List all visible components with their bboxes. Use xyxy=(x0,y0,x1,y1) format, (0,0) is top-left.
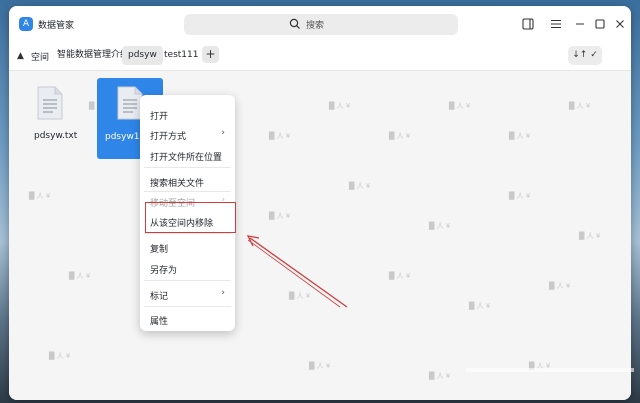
close-icon[interactable] xyxy=(612,16,628,32)
menu-item-copy[interactable]: 复制 xyxy=(150,242,168,255)
search-placeholder: 搜索 xyxy=(306,21,325,31)
menu-item-search-related[interactable]: 搜索相关文件 xyxy=(150,176,204,189)
tab-test111[interactable]: test111 xyxy=(158,46,204,65)
breadcrumb-root[interactable]: 空间 xyxy=(31,50,49,63)
file-item[interactable]: pdsyw.txt xyxy=(27,81,83,151)
file-name: pdsyw.txt xyxy=(34,131,78,141)
menu-icon[interactable] xyxy=(548,16,564,32)
menu-divider xyxy=(144,167,231,168)
menu-divider xyxy=(144,306,231,307)
menu-item-open[interactable]: 打开 xyxy=(150,109,168,122)
tab-bar: ▲ 空间 智能数据管理介绍 pdsyw test111 + ↓↑ ✓ xyxy=(9,42,631,71)
sidebar-toggle-icon[interactable] xyxy=(520,16,536,32)
add-tab-button[interactable]: + xyxy=(202,46,219,63)
file-area[interactable]: █ 人 ¥ █ 人 ¥ █ 人 ¥ █ 人 ¥ █ 人 ¥ █ 人 ¥ █ 人 … xyxy=(9,71,631,400)
decorative-bars xyxy=(466,368,634,372)
menu-divider xyxy=(144,280,231,281)
title-bar: A 数据管家 搜索 xyxy=(9,6,631,42)
menu-item-tag[interactable]: 标记 xyxy=(150,289,168,302)
search-box[interactable]: 搜索 xyxy=(184,14,458,35)
menu-item-open-location[interactable]: 打开文件所在位置 xyxy=(150,150,222,163)
minimize-icon[interactable] xyxy=(572,16,588,32)
menu-divider xyxy=(144,233,231,234)
app-title: 数据管家 xyxy=(38,21,75,31)
chevron-right-icon: › xyxy=(221,288,225,298)
menu-item-open-with[interactable]: 打开方式 xyxy=(150,129,186,142)
chevron-right-icon: › xyxy=(221,128,225,138)
maximize-icon[interactable] xyxy=(592,16,608,32)
menu-item-properties[interactable]: 属性 xyxy=(150,314,168,327)
menu-divider xyxy=(144,191,231,192)
search-icon xyxy=(289,18,300,29)
sort-button[interactable]: ↓↑ ✓ xyxy=(568,46,602,65)
highlight-box xyxy=(145,202,236,233)
text-document-icon xyxy=(37,86,63,120)
menu-item-save-as[interactable]: 另存为 xyxy=(150,263,177,276)
app-logo-icon: A xyxy=(19,17,33,31)
app-window: A 数据管家 搜索 ▲ 空间 智能数据管理介绍 pdsyw test111 + … xyxy=(9,6,631,400)
collapse-arrow-icon[interactable]: ▲ xyxy=(17,51,24,61)
tab-pdsyw[interactable]: pdsyw xyxy=(122,46,163,65)
